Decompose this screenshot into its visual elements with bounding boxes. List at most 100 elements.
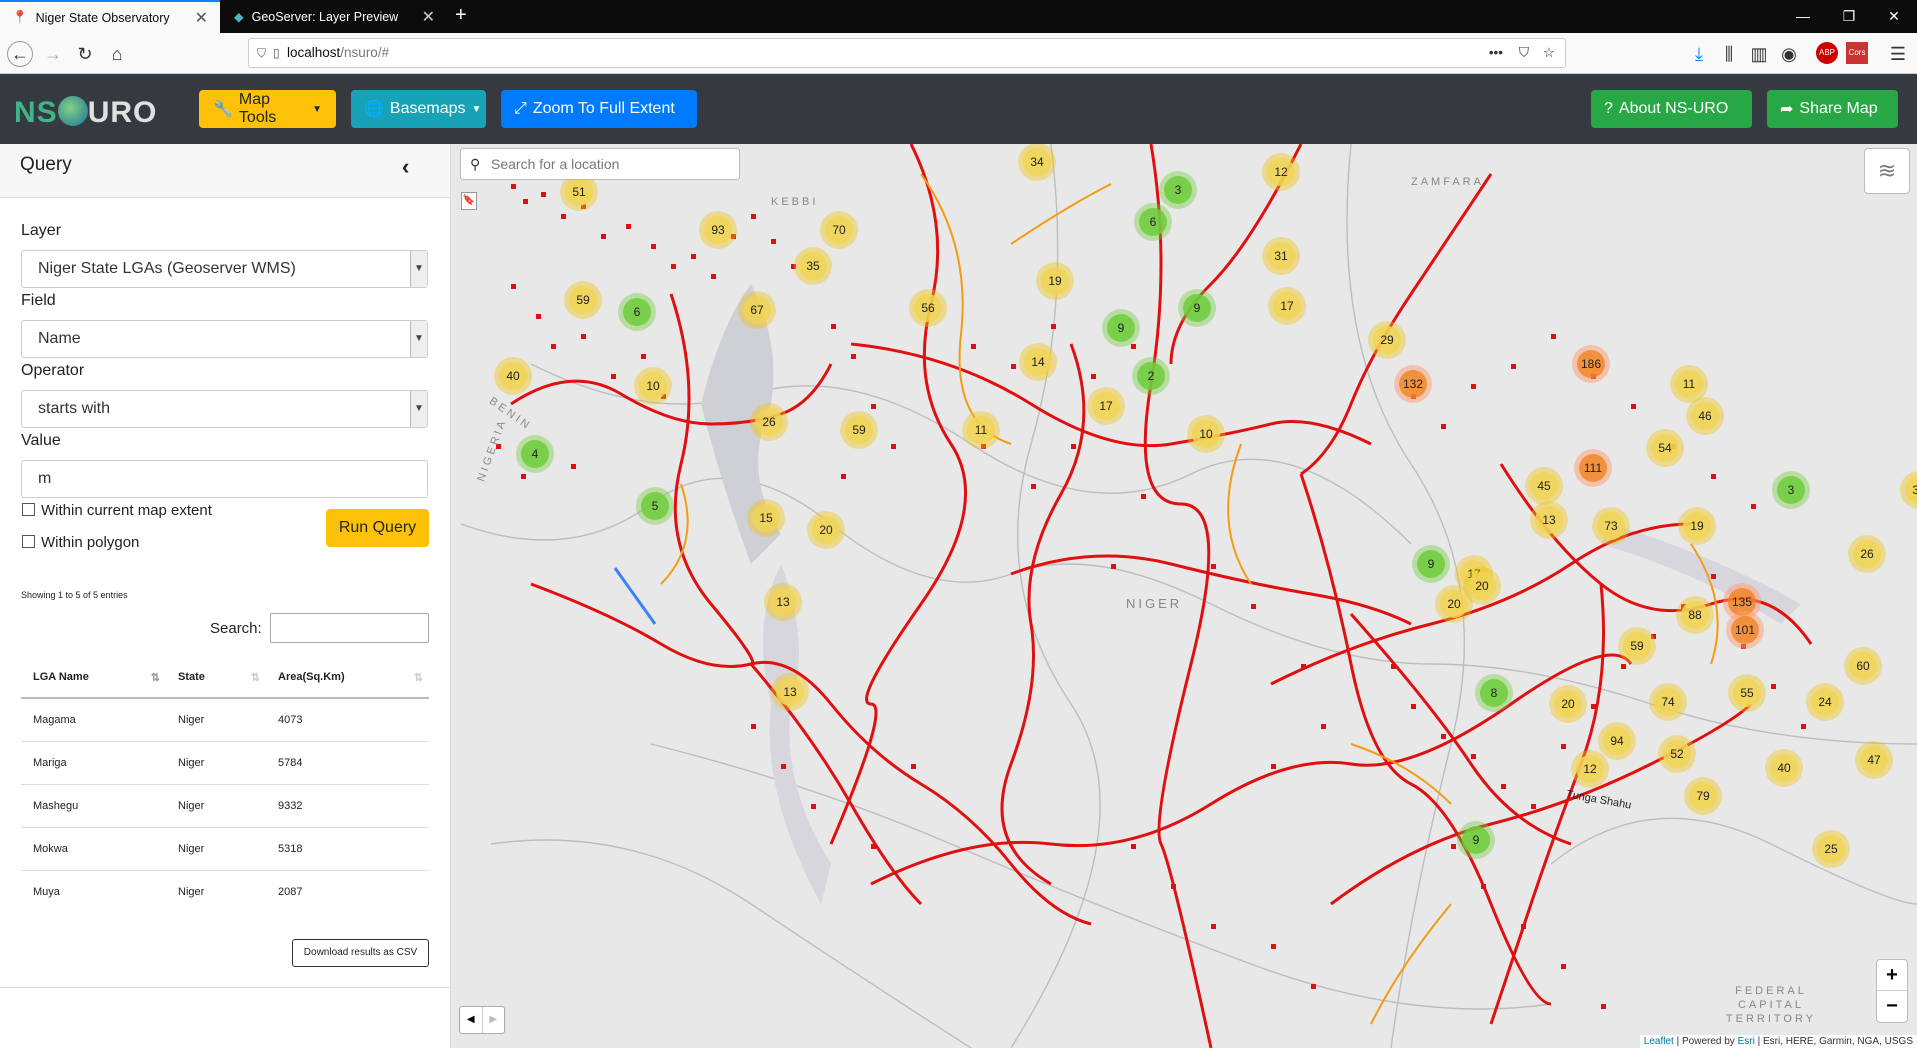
menu-icon[interactable]: ☰ xyxy=(1885,41,1911,67)
map-view[interactable]: KEBBI ZAMFARA NIGER BENIN NIGERIA FEDERA… xyxy=(451,144,1917,1048)
cluster-marker[interactable]: 52 xyxy=(1658,735,1696,773)
cluster-marker[interactable]: 111 xyxy=(1574,449,1612,487)
cluster-marker[interactable]: 73 xyxy=(1592,507,1630,545)
cluster-marker[interactable]: 14 xyxy=(1019,343,1057,381)
back-icon[interactable]: ← xyxy=(7,41,33,67)
cluster-marker[interactable]: 34 xyxy=(1018,144,1056,181)
within-extent-checkbox[interactable] xyxy=(22,503,35,516)
cluster-marker[interactable]: 9 xyxy=(1412,545,1450,583)
location-search-input[interactable]: ⚲ Search for a location xyxy=(460,148,740,180)
cluster-marker[interactable]: 5 xyxy=(636,487,674,525)
cluster-marker[interactable]: 56 xyxy=(909,289,947,327)
close-tab-icon[interactable]: ✕ xyxy=(195,8,208,28)
downloads-icon[interactable]: ⤓ xyxy=(1686,41,1712,67)
bookmark-star-icon[interactable]: ☆ xyxy=(1543,39,1555,67)
cluster-marker[interactable]: 55 xyxy=(1728,674,1766,712)
cluster-marker[interactable]: 6 xyxy=(1134,203,1172,241)
layers-control-icon[interactable]: ≋ xyxy=(1864,148,1910,194)
map-tools-button[interactable]: 🔧 Map Tools ▼ xyxy=(199,90,336,128)
cluster-marker[interactable]: 35 xyxy=(794,247,832,285)
cluster-marker[interactable]: 9 xyxy=(1178,289,1216,327)
cluster-marker[interactable]: 132 xyxy=(1394,365,1432,403)
cluster-marker[interactable]: 29 xyxy=(1368,321,1406,359)
cluster-marker[interactable]: 11 xyxy=(962,411,1000,449)
close-window-icon[interactable]: ✕ xyxy=(1871,0,1917,33)
table-row[interactable]: Mokwa Niger 5318 xyxy=(21,827,429,871)
cluster-marker[interactable]: 9 xyxy=(1102,309,1140,347)
cluster-marker[interactable]: 4 xyxy=(516,435,554,473)
cluster-marker[interactable]: 88 xyxy=(1676,596,1714,634)
field-select[interactable]: Name ▼ xyxy=(21,320,428,358)
cluster-marker[interactable]: 31 xyxy=(1262,237,1300,275)
cors-icon[interactable]: Cors xyxy=(1846,42,1868,64)
cluster-marker[interactable]: 26 xyxy=(750,403,788,441)
cluster-marker[interactable]: 74 xyxy=(1649,683,1687,721)
cluster-marker[interactable]: 19 xyxy=(1678,507,1716,545)
about-button[interactable]: ? About NS-URO xyxy=(1591,90,1752,128)
cluster-marker[interactable]: 10 xyxy=(634,367,672,405)
cluster-marker[interactable]: 24 xyxy=(1806,683,1844,721)
cluster-marker[interactable]: 2 xyxy=(1132,357,1170,395)
cluster-marker[interactable]: 59 xyxy=(840,411,878,449)
cluster-marker[interactable]: 17 xyxy=(1087,387,1125,425)
more-actions-icon[interactable]: ••• xyxy=(1489,39,1503,67)
cluster-marker[interactable]: 13 xyxy=(1530,501,1568,539)
new-tab-button[interactable]: + xyxy=(455,4,467,27)
home-icon[interactable]: ⌂ xyxy=(104,41,130,67)
sidebar-icon[interactable]: ▥ xyxy=(1746,41,1772,67)
cluster-marker[interactable]: 70 xyxy=(820,211,858,249)
url-bar[interactable]: ⛉ ▯ localhost/nsuro/# ••• ⛉ ☆ xyxy=(248,38,1566,68)
within-extent-checkbox-row[interactable]: Within current map extent xyxy=(22,502,212,519)
cluster-marker[interactable]: 59 xyxy=(564,281,602,319)
cluster-marker[interactable]: 79 xyxy=(1684,777,1722,815)
run-query-button[interactable]: Run Query xyxy=(326,509,429,547)
cluster-marker[interactable]: 20 xyxy=(1435,585,1473,623)
minimize-icon[interactable]: — xyxy=(1780,0,1826,33)
cluster-marker[interactable]: 60 xyxy=(1844,647,1882,685)
table-row[interactable]: Muya Niger 2087 xyxy=(21,870,429,913)
cluster-marker[interactable]: 93 xyxy=(699,211,737,249)
cluster-marker[interactable]: 12 xyxy=(1262,153,1300,191)
cluster-marker[interactable]: 8 xyxy=(1475,674,1513,712)
caret-right-icon[interactable]: ▶ xyxy=(483,1007,505,1033)
leaflet-link[interactable]: Leaflet xyxy=(1644,1036,1674,1047)
cluster-marker[interactable]: 26 xyxy=(1848,535,1886,573)
cluster-marker[interactable]: 47 xyxy=(1855,741,1893,779)
restore-icon[interactable]: ❐ xyxy=(1826,0,1872,33)
cluster-marker[interactable]: 19 xyxy=(1036,262,1074,300)
esri-link[interactable]: Esri xyxy=(1738,1036,1755,1047)
table-row[interactable]: Mariga Niger 5784 xyxy=(21,741,429,785)
cluster-marker[interactable]: 40 xyxy=(1765,749,1803,787)
cluster-marker[interactable]: 67 xyxy=(738,291,776,329)
download-csv-button[interactable]: Download results as CSV xyxy=(292,939,429,967)
zoom-in-button[interactable]: + xyxy=(1877,960,1907,991)
pocket-icon[interactable]: ⛉ xyxy=(1519,39,1529,67)
col-state[interactable]: State ⇅ xyxy=(166,658,266,699)
cluster-marker[interactable]: 13 xyxy=(771,673,809,711)
cluster-marker[interactable]: 25 xyxy=(1812,830,1850,868)
layer-select[interactable]: Niger State LGAs (Geoserver WMS) ▼ xyxy=(21,250,428,288)
tab-geoserver[interactable]: ◆ GeoServer: Layer Preview ✕ xyxy=(222,0,447,33)
within-polygon-checkbox[interactable] xyxy=(22,535,35,548)
share-map-button[interactable]: ➦ Share Map xyxy=(1767,90,1898,128)
table-row[interactable]: Mashegu Niger 9332 xyxy=(21,784,429,828)
caret-left-icon[interactable]: ◀ xyxy=(460,1007,483,1033)
value-input[interactable]: m xyxy=(21,460,428,498)
account-icon[interactable]: ◉ xyxy=(1776,41,1802,67)
within-polygon-checkbox-row[interactable]: Within polygon xyxy=(22,534,139,551)
tab-niger-state-observatory[interactable]: 📍 Niger State Observatory ✕ xyxy=(0,0,220,33)
adblock-icon[interactable]: ABP xyxy=(1816,42,1838,64)
cluster-marker[interactable]: 45 xyxy=(1525,467,1563,505)
basemaps-button[interactable]: 🌐 Basemaps ▼ xyxy=(351,90,486,128)
cluster-marker[interactable]: 3 xyxy=(1772,471,1810,509)
close-tab-icon[interactable]: ✕ xyxy=(422,7,435,27)
cluster-marker[interactable]: 20 xyxy=(1549,685,1587,723)
zoom-out-button[interactable]: − xyxy=(1877,991,1907,1022)
cluster-marker[interactable]: 46 xyxy=(1686,397,1724,435)
cluster-marker[interactable]: 9 xyxy=(1457,821,1495,859)
collapse-panel-icon[interactable]: ‹ xyxy=(402,154,409,180)
cluster-marker[interactable]: 54 xyxy=(1646,429,1684,467)
reload-icon[interactable]: ↻ xyxy=(72,41,98,67)
cluster-marker[interactable]: 186 xyxy=(1572,345,1610,383)
cluster-marker[interactable]: 6 xyxy=(618,293,656,331)
